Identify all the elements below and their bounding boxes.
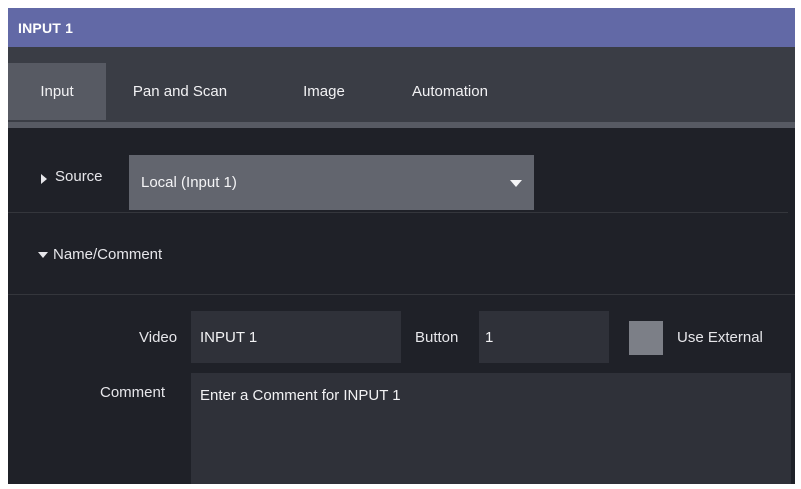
button-label: Button <box>415 329 459 346</box>
comment-field[interactable]: Enter a Comment for INPUT 1 <box>191 373 791 484</box>
window-title: INPUT 1 <box>18 19 74 36</box>
name-comment-section-header[interactable]: Name/Comment <box>8 214 795 295</box>
input-config-window: INPUT 1 Input Pan and Scan Image Automat… <box>8 8 795 484</box>
button-name-field[interactable]: 1 <box>479 311 609 363</box>
input-tab-content: Source Local (Input 1) Name/Comment Vide… <box>8 128 795 484</box>
tab-input[interactable]: Input <box>8 63 106 120</box>
chevron-down-icon <box>510 180 522 187</box>
source-row: Source Local (Input 1) <box>8 142 788 213</box>
tab-automation[interactable]: Automation <box>384 63 516 120</box>
title-bar[interactable]: INPUT 1 <box>8 8 795 47</box>
use-external-checkbox[interactable] <box>629 321 663 355</box>
source-dropdown-value: Local (Input 1) <box>141 174 237 191</box>
collapse-triangle-icon <box>38 252 48 258</box>
tab-bar: Input Pan and Scan Image Automation <box>8 47 795 129</box>
video-name-field[interactable]: INPUT 1 <box>191 311 401 363</box>
tab-pan-and-scan[interactable]: Pan and Scan <box>112 63 248 120</box>
comment-placeholder: Enter a Comment for INPUT 1 <box>200 387 401 404</box>
name-comment-label: Name/Comment <box>53 246 163 263</box>
use-external-label[interactable]: Use External <box>677 329 763 346</box>
source-dropdown[interactable]: Local (Input 1) <box>129 155 534 210</box>
video-name-value: INPUT 1 <box>200 328 258 346</box>
expand-triangle-icon[interactable] <box>41 174 47 184</box>
video-label: Video <box>139 329 178 346</box>
tab-image[interactable]: Image <box>284 63 364 120</box>
button-name-value: 1 <box>485 328 494 346</box>
source-label[interactable]: Source <box>55 168 103 185</box>
comment-label: Comment <box>100 384 166 401</box>
